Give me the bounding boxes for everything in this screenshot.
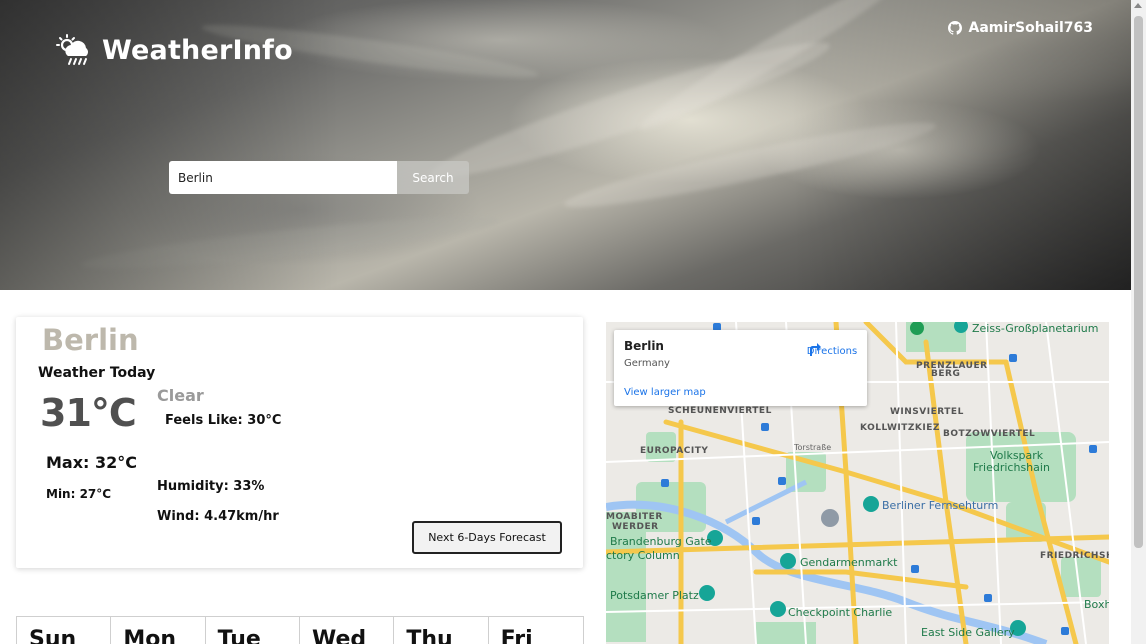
brand-title: WeatherInfo [102,34,293,66]
page: WeatherInfo AamirSohail763 Search Berlin… [0,0,1146,644]
page-scrollbar[interactable] [1131,0,1146,644]
map-label-fernsehturm: Berliner Fernsehturm [882,499,999,512]
map-place-country: Germany [624,358,670,369]
map-label-potsdamer: Potsdamer Platz [610,589,699,602]
map-label-victory: ctory Column [606,549,680,562]
search-input[interactable] [169,161,397,194]
map-label-botzowviertel: BOTZOWVIERTEL [943,429,1036,439]
max-temperature: Max: 32°C [46,453,138,472]
scrollbar-thumb[interactable] [1134,16,1143,548]
cloud-rain-sun-icon [56,34,88,65]
day-cell: Mon [111,617,206,644]
day-cell: Tue [206,617,300,644]
weather-card: Berlin Weather Today 31°C Clear Feels Li… [16,317,583,568]
city-name: Berlin [42,323,139,357]
map-label-moabiter: MOABITER [606,512,663,522]
map-label-gendarmenmarkt: Gendarmenmarkt [800,556,898,569]
feels-like: Feels Like: 30°C [165,413,282,428]
map-label-kollwitzkiez: KOLLWITZKIEZ [860,423,940,433]
map-label-boxh: Boxh [1084,598,1109,611]
min-temperature: Min: 27°C [46,487,112,501]
github-link[interactable]: AamirSohail763 [948,20,1093,36]
map-label-friedrichsh: FRIEDRICHSH [1040,551,1109,561]
day-cell: Fri [500,627,533,644]
weather-today-heading: Weather Today [38,365,156,381]
view-larger-map-link[interactable]: View larger map [624,387,706,398]
map-label-eastside: East Side Gallery [921,626,1015,639]
map-label-zeiss: Zeiss-Großplanetarium [972,322,1099,335]
map-label-torstrasse: Torstraße [794,443,832,452]
github-icon [948,21,963,35]
directions-button[interactable]: Directions [804,339,860,358]
search-bar: Search [169,161,469,194]
map-info-box: Berlin Germany View larger map Direction… [614,330,867,406]
map-label-friedrichshain: Friedrichshain [973,461,1050,474]
github-username: AamirSohail763 [968,20,1093,36]
map-label-berg: BERG [931,369,961,379]
current-temperature: 31°C [40,391,137,435]
map-label-europacity: EUROPACITY [640,446,709,456]
forecast-button[interactable]: Next 6-Days Forecast [412,521,562,554]
hero-banner: WeatherInfo AamirSohail763 Search [0,0,1131,290]
forecast-days-table: Sun Mon Tue Wed Thu Fri [16,616,584,644]
map-label-winsviertel: WINSVIERTEL [890,407,964,417]
map-place-name: Berlin [624,339,664,353]
day-cell: Sun [17,617,112,644]
brand[interactable]: WeatherInfo [56,34,293,66]
map-embed[interactable]: Zeiss-Großplanetarium PRENZLAUER BERG WI… [606,322,1109,644]
wind-speed: Wind: 4.47km/hr [157,509,279,524]
weather-condition: Clear [157,386,204,405]
map-label-werder: WERDER [612,522,659,532]
map-label-checkpoint: Checkpoint Charlie [788,606,893,619]
directions-icon [810,343,821,356]
day-cell: Wed [300,617,395,644]
humidity: Humidity: 33% [157,479,265,494]
map-label-scheunenviertel: SCHEUNENVIERTEL [668,406,772,416]
day-cell: Thu [394,617,489,644]
map-label-brandenburg: Brandenburg Gate [610,535,712,548]
search-button[interactable]: Search [397,161,469,194]
scroll-up-arrow-icon[interactable] [1134,3,1142,8]
